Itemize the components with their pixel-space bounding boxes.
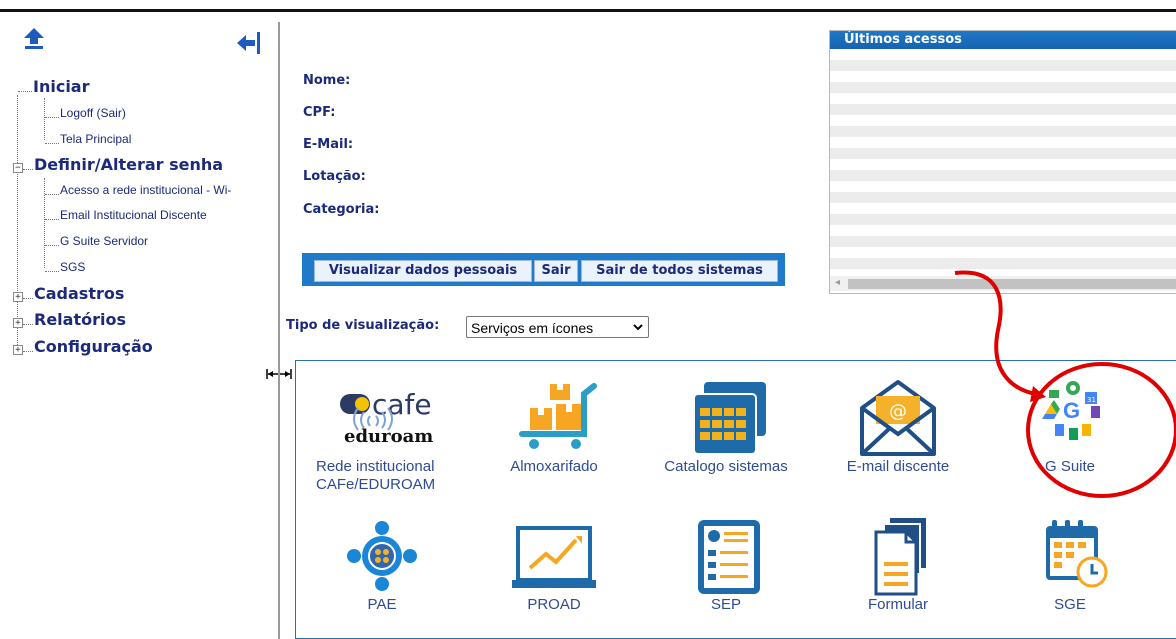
scroll-left-icon[interactable]: ◂	[835, 277, 840, 288]
recent-access-panel: Últimos acessos ◂	[829, 30, 1176, 294]
collapse-toggle-senha[interactable]: −	[13, 163, 23, 173]
gsuite-apps-icon: 31 G	[1042, 381, 1100, 440]
service-sge[interactable]: SGE	[984, 516, 1156, 614]
service-catalogo[interactable]: Catalogo sistemas	[640, 378, 812, 476]
service-pae[interactable]: PAE	[296, 516, 468, 614]
service-gsuite[interactable]: 31 G G Suite	[984, 378, 1156, 476]
service-label: G Suite	[1044, 458, 1096, 475]
tree-item-configuracao[interactable]: Configuração	[23, 339, 153, 355]
panel-splitter[interactable]	[278, 22, 280, 639]
visualizar-dados-button[interactable]: Visualizar dados pessoais	[314, 260, 532, 282]
view-type-select[interactable]: Serviços em ícones	[466, 316, 649, 338]
service-label: Almoxarifado	[510, 458, 598, 475]
service-label: Catalogo sistemas	[664, 458, 788, 475]
email-label: E-Mail:	[303, 137, 354, 152]
service-label: E-mail discente	[846, 458, 950, 475]
catalog-grid-icon	[693, 382, 766, 455]
lotacao-label: Lotação:	[303, 169, 366, 184]
sair-button[interactable]: Sair	[534, 260, 578, 282]
email-envelope-icon: @	[860, 380, 936, 456]
service-label: SGE	[1054, 596, 1086, 613]
service-label: Rede institucional CAFe/EDUROAM	[316, 458, 436, 493]
expand-toggle-relatorios[interactable]: +	[13, 318, 23, 328]
sep-profile-icon	[698, 520, 760, 594]
svg-text:eduroam: eduroam	[344, 426, 433, 447]
svg-text:cafe: cafe	[372, 388, 432, 421]
expand-toggle-configuracao[interactable]: +	[13, 345, 23, 355]
service-cafe[interactable]: cafe eduroam Rede institucional CAFe/EDU…	[296, 378, 468, 494]
proad-chart-icon	[512, 526, 596, 588]
documents-stack-icon	[874, 518, 926, 596]
service-formular[interactable]: Formular	[812, 516, 984, 614]
horizontal-scrollbar[interactable]: ◂	[830, 276, 1176, 291]
categoria-label: Categoria:	[303, 202, 380, 217]
view-type-label: Tipo de visualização:	[286, 318, 440, 333]
warehouse-cart-icon	[519, 383, 597, 449]
service-label: SEP	[710, 596, 741, 613]
tree-item-cadastros[interactable]: Cadastros	[23, 286, 124, 302]
services-panel: cafe eduroam Rede institucional CAFe/EDU…	[295, 360, 1176, 639]
service-sep[interactable]: SEP	[640, 516, 812, 614]
tree-item-acesso-rede[interactable]: Acesso a rede institucional - Wi-	[45, 183, 231, 197]
nome-label: Nome:	[303, 73, 351, 88]
cpf-label: CPF:	[303, 105, 336, 120]
chevron-down-icon	[633, 324, 643, 331]
tree-item-email-discente[interactable]: Email Institucional Discente	[45, 208, 207, 222]
collapse-panel-icon[interactable]	[236, 31, 262, 55]
service-label: PROAD	[527, 596, 581, 613]
tree-item-tela-principal[interactable]: Tela Principal	[45, 132, 131, 146]
sair-todos-button[interactable]: Sair de todos sistemas	[581, 260, 778, 282]
svg-text:G: G	[1063, 398, 1080, 423]
tree-item-logoff[interactable]: Logoff (Sair)	[45, 106, 126, 120]
tree-item-gsuite-servidor[interactable]: G Suite Servidor	[45, 234, 148, 248]
expand-toggle-cadastros[interactable]: +	[13, 292, 23, 302]
action-bar: Visualizar dados pessoais Sair Sair de t…	[302, 253, 785, 286]
tree-item-definir-senha[interactable]: Definir/Alterar senha	[23, 157, 223, 173]
service-label: Formular	[867, 596, 928, 613]
tree-item-sgs[interactable]: SGS	[45, 260, 85, 274]
pae-network-icon	[347, 521, 417, 591]
cafe-eduroam-logo-icon: cafe eduroam	[340, 388, 433, 447]
service-label: PAE	[367, 596, 397, 613]
service-email-discente[interactable]: @ E-mail discente	[812, 378, 984, 476]
top-border	[0, 9, 1176, 12]
tree-item-relatorios[interactable]: Relatórios	[23, 312, 126, 328]
scrollbar-thumb[interactable]	[848, 279, 1176, 289]
svg-text:@: @	[889, 401, 907, 422]
go-up-icon[interactable]	[22, 26, 46, 50]
sge-calendar-clock-icon	[1046, 520, 1108, 588]
service-proad[interactable]: PROAD	[468, 516, 640, 614]
svg-text:31: 31	[1087, 396, 1096, 404]
service-almoxarifado[interactable]: Almoxarifado	[468, 378, 640, 476]
tree-item-iniciar[interactable]: Iniciar	[18, 79, 89, 95]
recent-access-title: Últimos acessos	[830, 31, 1176, 49]
